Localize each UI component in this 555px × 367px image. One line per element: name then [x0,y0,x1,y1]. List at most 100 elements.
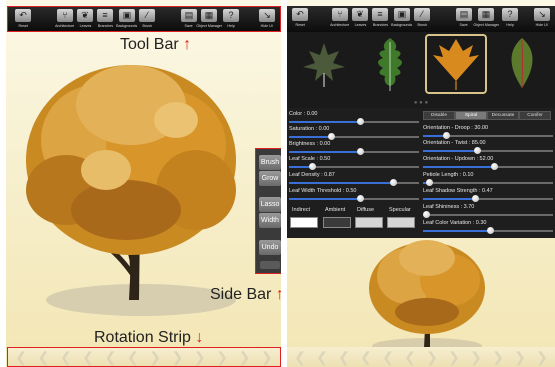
toolbar-help-button[interactable]: ? Help [499,8,521,30]
setting-slider[interactable] [289,148,419,155]
toolbar-architecture-button[interactable]: ⑂ Architecture [329,8,351,30]
slider-knob[interactable] [426,179,433,186]
phyllotaxis-spiral-tab[interactable]: Spiral [455,111,487,120]
sidebar-lasso-button[interactable]: Lasso [259,197,281,212]
toolbar-branches-button[interactable]: ≡ Branches [94,9,116,31]
toolbar-label: Branches [97,23,113,28]
slider-knob[interactable] [357,195,364,202]
slider-knob[interactable] [474,147,482,154]
setting-label: Brightness : 0.00 [289,141,331,147]
leaf-page-indicator: ● ● ● [287,98,555,108]
setting-slider[interactable] [289,118,419,125]
lighting-ambient-swatch[interactable] [323,217,351,228]
slider-knob[interactable] [357,148,364,155]
toolbar-architecture-button[interactable]: ⑂ Architecture [54,9,76,31]
lighting-specular-swatch[interactable] [387,217,415,228]
slider-knob[interactable] [389,179,397,186]
setting-label: Leaf Shininess : 3.70 [423,204,475,210]
sidebar-grow-button[interactable]: Grow [259,171,281,186]
leaf-icon: ❦ [352,8,368,21]
toolbar-brush-button[interactable]: ⁄ Brush [411,8,433,30]
toolbar-reset-button[interactable]: ↶ Reset [12,9,34,31]
toolbar-label: Backgrounds [391,22,413,27]
lighting-indirect-swatch[interactable] [290,217,318,228]
save-icon: ▤ [181,9,197,22]
rotate-left-icon: ❮ [338,349,350,365]
toolbar-backgrounds-button[interactable]: ▣ Backgrounds [116,9,138,31]
lighting-diffuse-swatch[interactable] [355,217,383,228]
setting-label: Petiole Length : 0.10 [423,172,474,178]
leaf-option-fan[interactable] [425,34,487,94]
setting-label: Orientation - Updown : 52.00 [423,156,494,162]
setting-slider[interactable] [423,163,553,170]
slider-knob[interactable] [471,195,479,202]
toolbar-hide-ui-button[interactable]: ↘ Hide UI [256,9,278,31]
phyllotaxis-conifer-tab[interactable]: Conifer [519,111,551,120]
rotation-strip[interactable]: ❮ ❮ ❮ ❮ ❮ ❮ ❯ ❯ ❯ ❯ ❯ ❯ [287,347,555,367]
leaf-icon: ❦ [77,9,93,22]
toolbar: ↶ Reset ⑂ Architecture ❦ Leaves ≡ Branches ▣ Back… [7,6,281,32]
toolbar-hide-ui-button[interactable]: ↘ Hide UI [531,8,553,30]
slider-knob[interactable] [357,118,364,125]
slider-knob[interactable] [328,133,336,140]
toolbar-object-manager-button[interactable]: ▦ Object Manager [473,8,499,30]
toolbar-backgrounds-button[interactable]: ▣ Backgrounds [391,8,413,30]
tree-preview[interactable] [342,238,512,356]
slider-fill [289,135,332,138]
slider-knob[interactable] [491,163,498,170]
lighting-diffuse-label: Diffuse [357,207,375,213]
toolbar-reset-button[interactable]: ↶ Reset [289,8,311,30]
sidebar-drag-handle[interactable] [260,261,280,269]
leaf-option-oak[interactable] [359,34,421,94]
setting-slider[interactable] [289,163,419,170]
architecture-icon: ⑂ [332,8,348,21]
rotate-right-icon: ❯ [426,349,438,365]
setting-slider[interactable] [423,132,553,139]
leaf-picker [287,32,555,98]
slider-knob[interactable] [487,227,495,234]
slider-knob[interactable] [423,211,431,218]
phyllotaxis-disable-tab[interactable]: Disable [423,111,455,120]
toolbar-callout: Tool Bar ↑ [120,36,191,54]
toolbar-label: Leaves [79,23,91,28]
toolbar-label: Help [227,23,235,28]
slider-knob[interactable] [308,163,316,170]
toolbar-save-button[interactable]: ▤ Save [453,8,475,30]
leaf-option-maple[interactable] [293,34,355,94]
sidebar-brush-button[interactable]: Brush [259,155,281,170]
setting-slider[interactable] [289,133,419,140]
setting-label: Orientation - Twist : 85.00 [423,140,486,146]
toolbar-leaf-button[interactable]: ❦ Leaves [74,9,96,31]
setting-label: Color : 0.00 [289,111,318,117]
maple-leaf-icon [303,43,345,87]
toolbar-help-button[interactable]: ? Help [220,9,242,31]
rotation-strip[interactable]: ❮ ❮ ❮ ❮ ❮ ❮ ❯ ❯ ❯ ❯ ❯ ❯ [7,347,281,367]
toolbar-leaf-button[interactable]: ❦ Leaves [349,8,371,30]
sidebar-undo-button[interactable]: Undo [259,240,281,255]
setting-slider[interactable] [423,211,553,218]
slider-fill [289,181,393,184]
lighting-indirect-label: Indirect [292,207,311,213]
up-arrow-icon: ↑ [275,286,281,303]
setting-slider[interactable] [289,195,419,202]
setting-label: Leaf Scale : 0.50 [289,156,331,162]
toolbar-label: Leaves [354,22,366,27]
sidebar: Brush Grow Lasso Width Undo [255,148,281,274]
toolbar-label: Save [459,22,469,27]
rotate-left-icon: ❮ [316,349,328,365]
setting-slider[interactable] [423,147,553,154]
reset-icon: ↶ [15,9,31,22]
setting-slider[interactable] [423,179,553,186]
toolbar-brush-button[interactable]: ⁄ Brush [136,9,158,31]
toolbar-object-manager-button[interactable]: ▦ Object Manager [196,9,222,31]
tree-foliage [369,240,485,334]
setting-slider[interactable] [289,179,419,186]
phyllotaxis-decussate-tab[interactable]: Decussate [487,111,519,120]
sidebar-width-button[interactable]: Width [259,213,281,228]
toolbar-branches-button[interactable]: ≡ Branches [369,8,391,30]
slider-knob[interactable] [442,132,450,139]
tree-foliage [26,65,236,255]
setting-slider[interactable] [423,195,553,202]
leaf-option-ovate[interactable] [491,34,553,94]
setting-slider[interactable] [423,227,553,234]
